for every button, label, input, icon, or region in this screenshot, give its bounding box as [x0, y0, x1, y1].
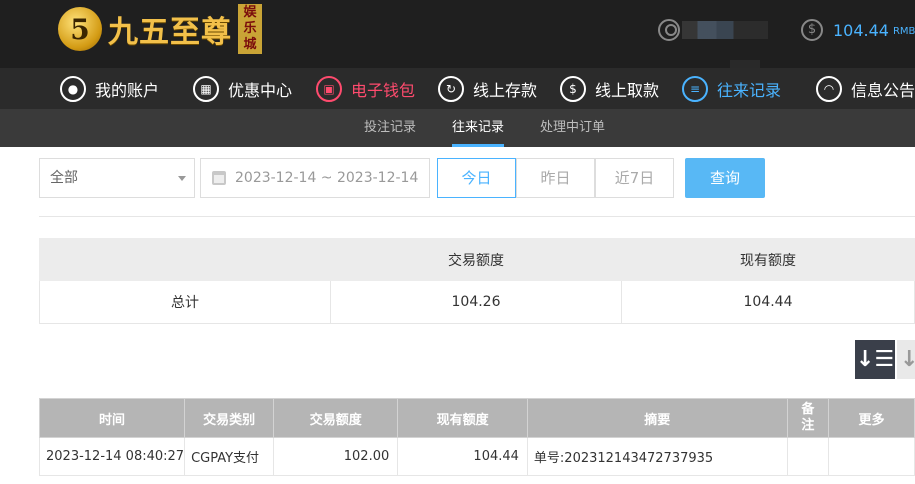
gift-icon: ▦: [193, 75, 219, 102]
records-table: 时间 交易类别 交易额度 现有额度 摘要 备注 更多 2023-12-14 08…: [38, 398, 915, 476]
wallet-icon: ▣: [316, 75, 342, 102]
nav-deposit[interactable]: ↻ 线上存款: [438, 68, 537, 109]
cell-remark: [786, 437, 830, 476]
dollar-icon: $: [801, 19, 823, 41]
nav-promotions[interactable]: ▦ 优惠中心: [193, 68, 292, 109]
username-masked: [682, 21, 768, 39]
date-range-value: 2023-12-14 ~ 2023-12-14: [235, 170, 419, 186]
table-header-row: 时间 交易类别 交易额度 现有额度 摘要 备注 更多: [38, 398, 915, 438]
balance-amount: 104.44: [833, 20, 889, 40]
subtab-bet-records[interactable]: 投注记录: [364, 109, 416, 147]
sub-nav: 投注记录 往来记录 处理中订单: [0, 109, 915, 147]
nav-my-account[interactable]: ● 我的账户: [60, 68, 159, 109]
blur-patch: [730, 60, 760, 82]
cell-summary: 单号:202312143472737935: [526, 437, 788, 476]
chevron-down-icon: [178, 176, 186, 181]
sort-desc-icon[interactable]: ↓☰: [855, 340, 895, 379]
type-select-value: 全部: [50, 170, 78, 186]
query-button[interactable]: 查询: [685, 158, 765, 198]
date-range-input[interactable]: 2023-12-14 ~ 2023-12-14: [200, 158, 430, 198]
top-bar: 5 九五至尊 娱乐城 $ 104.44 RMB: [0, 0, 915, 68]
logo-badge: 5: [58, 7, 102, 51]
yesterday-button[interactable]: 昨日: [516, 158, 595, 198]
summary-header-empty: [39, 238, 331, 281]
nav-wallet[interactable]: ▣ 电子钱包: [316, 68, 415, 109]
cell-type: CGPAY支付: [184, 437, 275, 476]
type-select[interactable]: 全部: [39, 158, 195, 198]
summary-trade-total: 104.26: [329, 280, 623, 324]
nav-label: 我的账户: [95, 80, 160, 100]
today-button[interactable]: 今日: [437, 158, 516, 198]
col-time: 时间: [38, 398, 186, 438]
sort-asc-icon[interactable]: ↓: [897, 340, 915, 379]
nav-label: 线上存款: [473, 80, 538, 100]
withdraw-icon: $: [560, 75, 586, 102]
summary-header-trade: 交易额度: [329, 238, 623, 281]
summary-header-current: 现有额度: [621, 238, 915, 281]
divider: [39, 216, 915, 217]
records-icon: ≡: [682, 75, 708, 102]
calendar-icon: [212, 171, 226, 185]
summary-table: 交易额度 现有额度 总计 104.26 104.44: [39, 238, 915, 324]
cell-balance: 104.44: [397, 437, 528, 476]
cell-time: 2023-12-14 08:40:27: [38, 437, 186, 476]
nav-label: 信息公告: [851, 80, 915, 100]
last-7-days-button[interactable]: 近7日: [595, 158, 674, 198]
col-balance: 现有额度: [397, 398, 528, 438]
subtab-transaction-records[interactable]: 往来记录: [452, 109, 505, 147]
col-amount: 交易额度: [273, 398, 399, 438]
summary-current-total: 104.44: [621, 280, 915, 324]
site-logo[interactable]: 5 九五至尊 娱乐城: [58, 4, 262, 54]
user-info[interactable]: [658, 19, 768, 41]
main-nav: ● 我的账户 ▦ 优惠中心 ▣ 电子钱包 ↻ 线上存款 $ 线上取款 ≡ 往来记…: [0, 68, 915, 109]
user-icon: [658, 19, 680, 41]
user-icon: ●: [60, 75, 86, 102]
nav-label: 电子钱包: [351, 80, 416, 100]
col-summary: 摘要: [526, 398, 788, 438]
deposit-icon: ↻: [438, 75, 464, 102]
nav-label: 优惠中心: [228, 80, 293, 100]
nav-label: 线上取款: [595, 80, 660, 100]
subtab-pending-orders[interactable]: 处理中订单: [540, 109, 605, 147]
balance-display: $ 104.44 RMB: [801, 19, 915, 41]
cell-more[interactable]: [828, 437, 915, 476]
summary-row-label: 总计: [39, 280, 331, 324]
balance-currency: RMB: [892, 26, 915, 37]
nav-announcements[interactable]: ◠ 信息公告: [816, 68, 915, 109]
summary-header-row: 交易额度 现有额度: [39, 238, 915, 281]
logo-tag: 娱乐城: [238, 4, 262, 54]
cell-amount: 102.00: [273, 437, 399, 476]
col-more: 更多: [828, 398, 915, 438]
summary-total-row: 总计 104.26 104.44: [39, 280, 915, 324]
col-remark: 备注: [786, 398, 830, 438]
logo-text: 九五至尊: [108, 15, 232, 50]
col-type: 交易类别: [184, 398, 275, 438]
table-row: 2023-12-14 08:40:27 CGPAY支付 102.00 104.4…: [38, 437, 915, 476]
nav-withdraw[interactable]: $ 线上取款: [560, 68, 659, 109]
bell-icon: ◠: [816, 75, 842, 102]
